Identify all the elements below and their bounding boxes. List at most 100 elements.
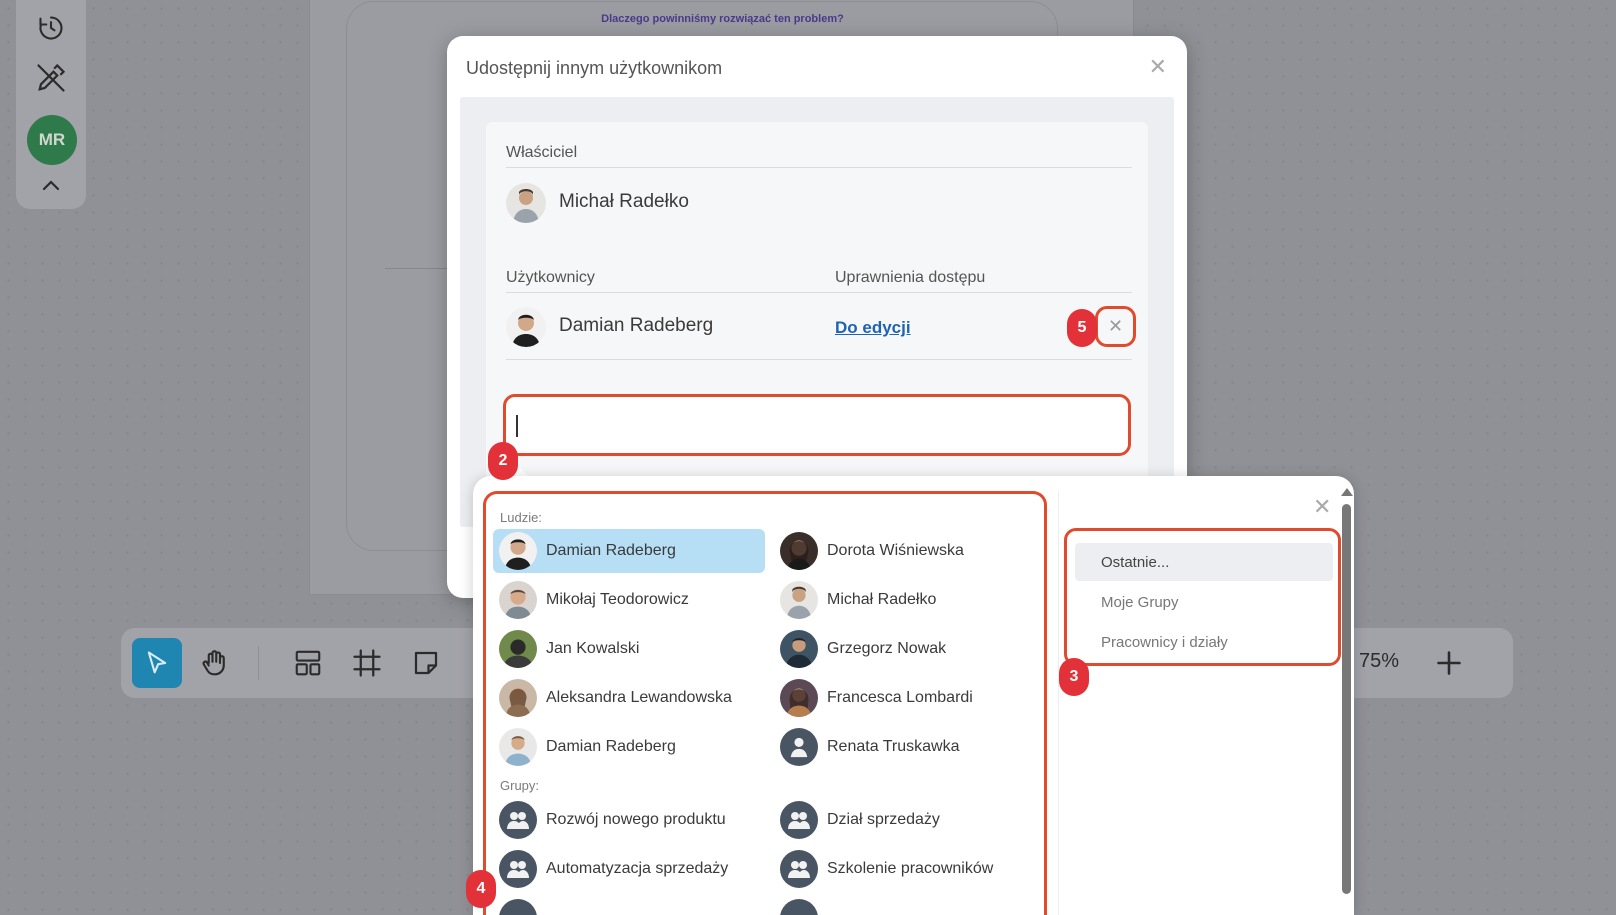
user-search-input[interactable] [503, 394, 1131, 456]
close-icon[interactable]: ✕ [1313, 494, 1331, 520]
list-item-label: Damian Radeberg [546, 738, 676, 755]
list-item-label: Jan Kowalski [546, 640, 640, 657]
close-icon[interactable]: ✕ [1149, 54, 1167, 80]
zoom-level: 75% [1359, 650, 1400, 672]
share-panel: Właściciel Michał Radełko Użytkownicy Up… [486, 122, 1148, 522]
sticky-note-button[interactable] [401, 638, 451, 688]
list-item[interactable]: Grzegorz Nowak [774, 627, 1044, 671]
step-badge: 3 [1059, 658, 1089, 696]
list-item-label: Automatyzacja sprzedaży [546, 860, 729, 877]
list-item[interactable]: Damian Radeberg [493, 725, 765, 769]
divider [506, 359, 1132, 360]
people-label: Ludzie: [500, 510, 542, 525]
layout-icon [295, 650, 321, 676]
divider [506, 292, 1132, 293]
avatar [780, 581, 818, 619]
list-item[interactable]: Jan Kowalski [493, 627, 765, 671]
filter-recent[interactable]: Ostatnie... [1075, 543, 1333, 581]
frame-tool-button[interactable] [342, 638, 392, 688]
avatar [780, 630, 818, 668]
layout-tool-button[interactable] [283, 638, 333, 688]
dialog-body: Właściciel Michał Radełko Użytkownicy Up… [460, 97, 1174, 527]
list-item[interactable] [774, 896, 1044, 915]
owner-avatar [506, 183, 546, 223]
users-label: Użytkownicy [506, 269, 595, 286]
list-item[interactable]: Aleksandra Lewandowska [493, 676, 765, 720]
zoom-in-icon [1437, 651, 1461, 675]
hand-tool-button[interactable] [190, 638, 240, 688]
filter-list: Ostatnie... Moje Grupy Pracownicy i dzia… [1064, 528, 1341, 666]
list-item-label: Rozwój nowego produktu [546, 811, 726, 828]
list-item[interactable]: Renata Truskawka [774, 725, 1044, 769]
filter-employees-departments[interactable]: Pracownicy i działy [1075, 623, 1333, 661]
list-item[interactable]: Francesca Lombardi [774, 676, 1044, 720]
list-item-label: Michał Radełko [827, 591, 937, 608]
user-icon [790, 737, 808, 758]
group-icon [499, 899, 537, 915]
list-item[interactable]: Automatyzacja sprzedaży [493, 847, 765, 891]
group-icon [499, 850, 537, 888]
dialog-title: Udostępnij innym użytkownikom [466, 58, 723, 78]
list-item-label: Damian Radeberg [546, 542, 676, 559]
group-icon [780, 899, 818, 915]
avatar[interactable]: MR [27, 115, 77, 165]
text-caret [516, 415, 518, 437]
list-item-label: Aleksandra Lewandowska [546, 689, 732, 706]
group-icon [780, 801, 818, 839]
owner-label: Właściciel [506, 144, 578, 161]
group-icon [780, 850, 818, 888]
history-icon[interactable] [34, 11, 68, 45]
list-item-label: Szkolenie pracowników [827, 860, 994, 877]
avatar [780, 679, 818, 717]
chevron-up-icon[interactable] [34, 169, 68, 203]
divider [506, 167, 1132, 168]
list-item[interactable]: Dorota Wiśniewska [774, 529, 1044, 573]
list-item[interactable] [493, 896, 765, 915]
list-item-label: Dział sprzedaży [827, 811, 940, 828]
step-badge: 5 [1067, 309, 1097, 347]
scroll-up-icon[interactable] [1341, 488, 1353, 496]
board-title: Dlaczego powinniśmy rozwiązać ten proble… [601, 13, 844, 25]
avatar [780, 532, 818, 570]
list-item[interactable]: Mikołaj Teodorowicz [493, 578, 765, 622]
user-name: Damian Radeberg [559, 315, 714, 336]
avatar [499, 581, 537, 619]
list-item[interactable]: Michał Radełko [774, 578, 1044, 622]
scrollbar[interactable] [1341, 488, 1353, 908]
list-item[interactable]: Szkolenie pracowników [774, 847, 1044, 891]
zoom-in-button[interactable] [1424, 638, 1474, 688]
list-item-label: Francesca Lombardi [827, 689, 973, 706]
permission-link[interactable]: Do edycji [835, 318, 911, 338]
avatar [780, 728, 818, 766]
list-item-label: Dorota Wiśniewska [827, 542, 964, 559]
user-picker-dropdown: Ludzie: Damian Radeberg Dorota Wiśniewsk… [473, 476, 1354, 915]
list-item[interactable]: Dział sprzedaży [774, 798, 1044, 842]
user-avatar [506, 307, 546, 347]
group-icon [499, 801, 537, 839]
avatar [499, 728, 537, 766]
avatar [499, 679, 537, 717]
close-icon: ✕ [1107, 316, 1124, 336]
select-tool-button[interactable] [132, 638, 182, 688]
step-badge: 2 [488, 442, 518, 480]
list-item[interactable]: Damian Radeberg [493, 529, 765, 573]
filter-my-groups[interactable]: Moje Grupy [1075, 583, 1333, 621]
sticky-note-icon [414, 651, 438, 675]
frame-icon [353, 649, 381, 677]
list-item-label: Grzegorz Nowak [827, 640, 947, 657]
list-item-label: Mikołaj Teodorowicz [546, 591, 689, 608]
remove-user-button[interactable]: ✕ [1095, 306, 1136, 347]
avatar [499, 532, 537, 570]
step-badge: 4 [466, 870, 496, 908]
pen-off-icon[interactable] [34, 61, 68, 95]
divider [1058, 491, 1059, 915]
avatar [499, 630, 537, 668]
pointer-icon [147, 651, 167, 674]
left-toolbar: MR [16, 0, 86, 209]
hand-icon [202, 650, 225, 676]
access-label: Uprawnienia dostępu [835, 269, 986, 286]
scroll-thumb[interactable] [1342, 504, 1351, 894]
list-item-label: Renata Truskawka [827, 738, 960, 755]
list-item[interactable]: Rozwój nowego produktu [493, 798, 765, 842]
results-list: Ludzie: Damian Radeberg Dorota Wiśniewsk… [483, 491, 1047, 915]
